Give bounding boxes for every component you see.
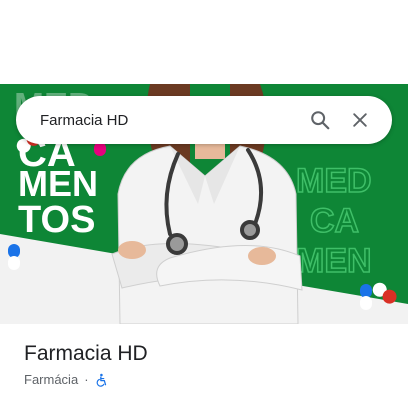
promo-line-3: MEN	[18, 163, 98, 204]
promo-line-4: TOS	[18, 199, 95, 241]
search-bar[interactable]: Farmacia HD	[16, 96, 392, 144]
separator-dot: ·	[84, 372, 89, 387]
place-category: Farmácia	[24, 372, 79, 387]
place-title: Farmacia HD	[24, 342, 148, 365]
place-info[interactable]: Farmacia HD Farmácia ·	[24, 340, 394, 387]
clear-search-button[interactable]	[340, 100, 380, 140]
top-blank-area	[0, 0, 408, 84]
promo-outline-2: CA	[310, 202, 359, 240]
promo-outline-3: MEN	[296, 242, 372, 280]
search-button[interactable]	[300, 100, 340, 140]
place-card-page: MED CA MEN TOS MED CA MEN	[0, 0, 408, 408]
search-icon	[311, 111, 330, 130]
promo-outline-1: MED	[296, 162, 372, 200]
search-input[interactable]: Farmacia HD	[40, 112, 300, 129]
place-subtitle: Farmácia ·	[24, 372, 394, 387]
close-icon	[353, 113, 367, 127]
wheelchair-icon	[95, 373, 109, 387]
